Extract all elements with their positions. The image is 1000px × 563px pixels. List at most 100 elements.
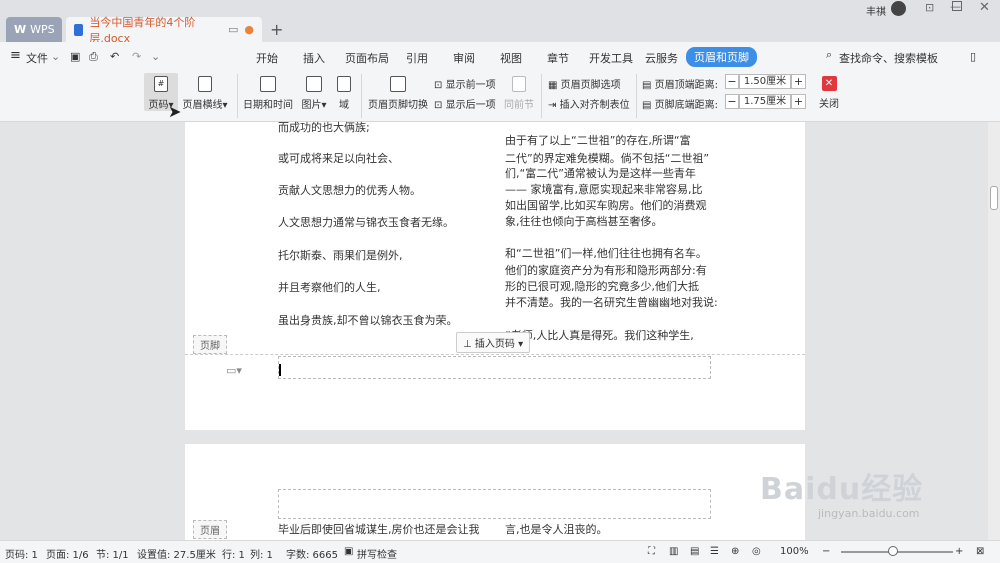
body-text-line[interactable]: 和“二世祖”们一样,他们往往也拥有名车。 (505, 245, 707, 261)
menu-chapter[interactable]: 章节 (547, 50, 569, 66)
body-text-line[interactable]: 并不清楚。我的一名研究生曾幽幽地对我说: (505, 294, 718, 310)
panel-toggle-icon[interactable]: ▯ (970, 50, 976, 63)
date-time-button[interactable]: 日期和时间 (243, 76, 293, 111)
header-line-button[interactable]: 页眉横线▾ (182, 76, 228, 111)
insert-page-number-button[interactable]: ⊥ 插入页码 ▾ (456, 332, 531, 353)
undo-icon[interactable]: ↶ (110, 50, 119, 63)
insert-align-tab-button[interactable]: ⇥ 插入对齐制表位 (548, 96, 632, 111)
avatar[interactable] (891, 1, 906, 16)
outline-view-icon[interactable]: ☰ (710, 546, 719, 557)
header-label: 页眉 (193, 520, 227, 539)
body-text-line[interactable]: 并且考察他们的人生, (278, 279, 381, 295)
body-text-line[interactable]: 象,往往也倾向于高档甚至奢侈。 (505, 213, 663, 229)
close-header-footer-button[interactable]: ✕ 关闭 (816, 76, 842, 110)
body-text-line[interactable]: 由于有了以上“二世祖”的存在,所谓“富 (505, 132, 691, 148)
footer-bottom-increase-button[interactable]: + (791, 94, 806, 109)
zoom-out-button[interactable]: − (822, 546, 830, 557)
menu-page-layout[interactable]: 页面布局 (345, 50, 389, 66)
read-mode-icon[interactable]: ▥ (669, 546, 678, 557)
save-icon[interactable]: ▣ (70, 50, 80, 63)
footer-edit-area[interactable] (278, 356, 711, 379)
fullscreen-icon[interactable]: ⛶ (648, 546, 655, 557)
user-name[interactable]: 丰祺 (866, 3, 886, 18)
show-previous-button[interactable]: ⊡ 显示前一项 (434, 76, 500, 91)
menu-review[interactable]: 审阅 (453, 50, 475, 66)
customize-icon[interactable]: ⌄ (151, 50, 160, 63)
status-setting: 设置值: 27.5厘米 (137, 550, 216, 561)
menu-cloud[interactable]: 云服务 (645, 50, 678, 66)
status-word-count[interactable]: 字数: 6665 (286, 546, 338, 561)
zoom-slider-thumb[interactable] (888, 546, 898, 556)
menu-references[interactable]: 引用 (406, 50, 428, 66)
monitor-icon[interactable]: ▭ (228, 23, 238, 36)
tab-document[interactable]: 当今中国青年的4个阶层.docx ▭ ● (66, 16, 262, 45)
hamburger-icon[interactable]: ≡ (10, 48, 21, 63)
body-text-line[interactable]: 人文思想力通常与锦衣玉食者无缘。 (278, 214, 454, 230)
body-text-line[interactable]: 如出国留学,比如买车购房。他们的消费观 (505, 197, 707, 213)
header-line-label: 页眉横线 (182, 100, 223, 111)
header-top-distance-input[interactable]: 1.50厘米 (739, 74, 791, 89)
body-text-line[interactable]: 们,“富二代”通常被认为是这样一些青年 (505, 165, 696, 181)
body-text-line[interactable]: “老师,人比人真是得死。我们这种学生, (505, 327, 694, 343)
header-top-increase-button[interactable]: + (791, 74, 806, 89)
header-top-decrease-button[interactable]: − (725, 74, 739, 89)
vertical-scrollbar[interactable] (988, 122, 1000, 540)
footer-dashed-line (185, 354, 805, 355)
search-icon[interactable]: ⌕ (826, 48, 832, 62)
body-text-line[interactable]: 言,也是令人沮丧的。 (505, 521, 608, 537)
body-text-line[interactable]: 毕业后即使回省城谋生,房价也还是会让我 (278, 521, 480, 537)
page-number-icon: # (154, 76, 168, 92)
body-text-line[interactable]: 或可成将来足以向社会、 (278, 150, 399, 166)
body-text-line[interactable]: 二代”的界定难免模糊。倘不包括“二世祖” (505, 150, 709, 166)
skin-icon[interactable]: ⊡ (925, 1, 934, 14)
ribbon-divider (636, 74, 637, 118)
mouse-cursor-icon: ➤ (168, 102, 182, 121)
body-text-line[interactable]: 而成功的也大俩族; (278, 119, 370, 135)
zoom-in-button[interactable]: + (955, 546, 963, 557)
header-footer-switch-button[interactable]: 页眉页脚切换 (368, 76, 428, 111)
show-next-label: 显示后一项 (445, 100, 496, 111)
body-text-line[interactable]: 形的已很可观,隐形的究竟多少,他们大抵 (505, 278, 699, 294)
chevron-down-icon[interactable]: ⌄ (51, 50, 60, 63)
footer-bottom-distance-label: ▤ 页脚底端距离: (642, 96, 724, 111)
menu-insert[interactable]: 插入 (303, 50, 325, 66)
picture-button[interactable]: 图片▾ (299, 76, 329, 111)
hf-options-button[interactable]: ▦ 页眉页脚选项 (548, 76, 628, 91)
spell-check-button[interactable]: 拼写检查 (357, 546, 397, 561)
show-next-button[interactable]: ⊡ 显示后一项 (434, 96, 500, 111)
menu-developer[interactable]: 开发工具 (589, 50, 633, 66)
tab-wps[interactable]: W WPS (6, 17, 62, 42)
new-tab-button[interactable]: + (270, 20, 283, 39)
body-text-line[interactable]: —— 家境富有,意愿实现起来非常容易,比 (505, 181, 703, 197)
same-as-previous-icon (512, 76, 526, 92)
redo-icon[interactable]: ↷ (132, 50, 141, 63)
menu-view[interactable]: 视图 (500, 50, 522, 66)
page-view-icon[interactable]: ▤ (690, 546, 699, 557)
menu-header-footer[interactable]: 页眉和页脚 (686, 47, 757, 67)
menu-home[interactable]: 开始 (256, 50, 278, 66)
menu-file[interactable]: 文件 (26, 50, 48, 66)
status-pages[interactable]: 页面: 1/6 (46, 546, 89, 561)
scroll-thumb[interactable] (990, 186, 998, 210)
body-text-line[interactable]: 虽出身贵族,却不曾以锦衣玉食为荣。 (278, 312, 458, 328)
eye-protection-icon[interactable]: ◎ (752, 546, 761, 557)
close-window-icon[interactable]: ✕ (979, 0, 990, 15)
field-button[interactable]: 域 (334, 76, 354, 111)
body-text-line[interactable]: 贡献人文思想力的优秀人物。 (278, 182, 421, 198)
same-as-previous-button[interactable]: 同前节 (504, 76, 534, 111)
insert-align-tab-label: 插入对齐制表位 (559, 100, 630, 111)
body-text-line[interactable]: 托尔斯泰、雨果们是例外, (278, 247, 403, 263)
tab-wps-label: WPS (30, 23, 55, 36)
footer-page-icon[interactable]: ▭▾ (226, 364, 242, 377)
print-icon[interactable]: ⎙ (89, 50, 98, 64)
footer-bottom-decrease-button[interactable]: − (725, 94, 739, 109)
body-text-line[interactable]: 他们的家庭资产分为有形和隐形两部分:有 (505, 262, 707, 278)
header-edit-area[interactable] (278, 489, 711, 519)
maximize-icon[interactable] (952, 1, 962, 11)
zoom-level[interactable]: 100% (780, 546, 809, 557)
web-view-icon[interactable]: ⊕ (731, 546, 739, 557)
search-command-input[interactable]: 查找命令、搜索模板 (839, 50, 938, 66)
next-icon: ⊡ (434, 100, 443, 111)
footer-bottom-distance-input[interactable]: 1.75厘米 (739, 94, 791, 109)
fit-page-icon[interactable]: ⊠ (976, 546, 984, 557)
